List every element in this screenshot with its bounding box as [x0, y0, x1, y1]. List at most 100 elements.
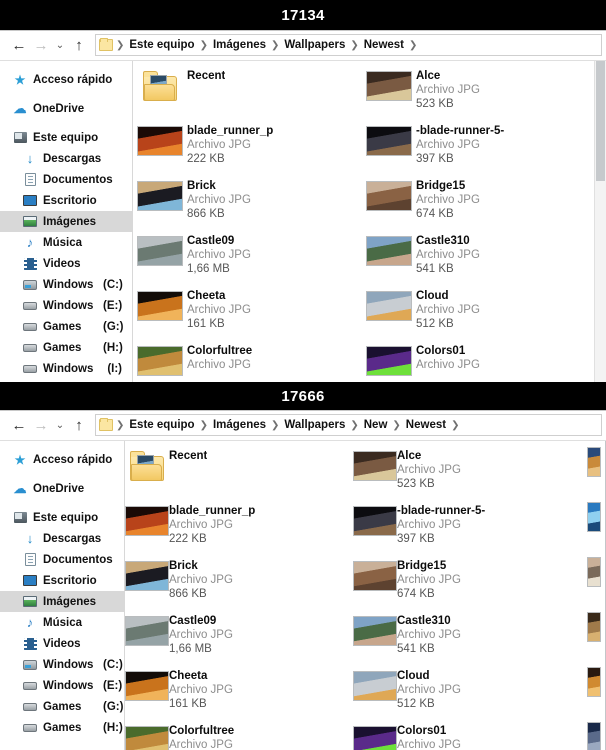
- breadcrumb-item[interactable]: Newest: [360, 39, 408, 51]
- sidebar-item-escritorio[interactable]: Escritorio: [0, 570, 124, 591]
- sidebar-item-games[interactable]: Games (H:): [0, 717, 124, 738]
- sidebar-item-descargas[interactable]: ↓ Descargas: [0, 528, 124, 549]
- file-item[interactable]: Brick Archivo JPG 866 KB: [133, 177, 362, 232]
- file-item[interactable]: Brick Archivo JPG 866 KB: [125, 557, 353, 612]
- sidebar-item-acceso-r-pido[interactable]: ★ Acceso rápido: [0, 449, 124, 470]
- scrollbar-thumb-1[interactable]: [596, 61, 605, 181]
- recent-locations-chevron-down-icon-1[interactable]: ⌄: [52, 34, 68, 56]
- breadcrumb-item[interactable]: Este equipo: [125, 419, 198, 431]
- file-item[interactable]: Recent: [125, 447, 353, 502]
- file-name: Castle310: [397, 615, 451, 627]
- address-bar-1[interactable]: ❯ Este equipo ❯ Imágenes ❯ Wallpapers ❯ …: [95, 34, 602, 56]
- breadcrumb-item[interactable]: Imágenes: [209, 39, 270, 51]
- sidebar-item-label: OneDrive: [33, 482, 85, 495]
- sidebar-item-windows[interactable]: Windows (E:): [0, 675, 124, 696]
- sidebar-item-windows[interactable]: Windows (C:): [0, 274, 132, 295]
- forward-button-1[interactable]: →: [30, 34, 52, 56]
- file-item[interactable]: Alce Archivo JPG 523 KB: [353, 447, 581, 502]
- file-name: Cheeta: [187, 290, 226, 302]
- sidebar-item-games[interactable]: Games (H:): [0, 337, 132, 358]
- sidebar-item-windows[interactable]: Windows (C:): [0, 654, 124, 675]
- file-item[interactable]: Colorfultree Archivo JPG: [125, 722, 353, 750]
- file-item[interactable]: Castle09 Archivo JPG 1,66 MB: [125, 612, 353, 667]
- address-bar-2[interactable]: ❯ Este equipo ❯ Imágenes ❯ Wallpapers ❯ …: [95, 414, 602, 436]
- up-button-1[interactable]: ↑: [68, 34, 90, 56]
- breadcrumb-item[interactable]: Newest: [402, 419, 450, 431]
- file-item[interactable]: Bridge15 Archivo JPG 674 KB: [353, 557, 581, 612]
- sidebar-item-games[interactable]: Games (G:): [0, 696, 124, 717]
- file-list-pane-1[interactable]: Recent Alce Archivo JPG 523 KB blade_runner_…: [133, 61, 606, 382]
- file-thumbnail: [137, 346, 183, 376]
- file-item[interactable]: -blade-runner-5- Archivo JPG 397 KB: [362, 122, 591, 177]
- sidebar-item-im-genes[interactable]: Imágenes: [0, 591, 124, 612]
- file-item[interactable]: Castle310 Archivo JPG 541 KB: [353, 612, 581, 667]
- sidebar-item-acceso-r-pido[interactable]: ★ Acceso rápido: [0, 69, 132, 90]
- sidebar-item-im-genes[interactable]: Imágenes: [0, 211, 132, 232]
- drive-icon: [22, 699, 38, 714]
- up-button-2[interactable]: ↑: [68, 414, 90, 436]
- file-meta: Brick Archivo JPG 866 KB: [169, 557, 233, 601]
- file-meta: Colorfultree Archivo JPG: [187, 342, 252, 372]
- file-name: Alce: [416, 70, 441, 82]
- file-item[interactable]: Colorfultree Archivo JPG: [133, 342, 362, 382]
- forward-button-2[interactable]: →: [30, 414, 52, 436]
- sidebar-item-videos[interactable]: Videos: [0, 253, 132, 274]
- navigation-pane-2[interactable]: ★ Acceso rápido ☁ OneDrive Este equipo ↓ Desca…: [0, 441, 125, 750]
- sidebar-item-videos[interactable]: Videos: [0, 633, 124, 654]
- breadcrumb-item[interactable]: Este equipo: [125, 39, 198, 51]
- sidebar-item-descargas[interactable]: ↓ Descargas: [0, 148, 132, 169]
- file-name: Recent: [187, 70, 226, 82]
- sidebar-item-m-sica[interactable]: ♪ Música: [0, 232, 132, 253]
- file-item[interactable]: Castle310 Archivo JPG 541 KB: [362, 232, 591, 287]
- file-thumbnail: [353, 561, 397, 591]
- file-thumbnail: [587, 447, 601, 477]
- breadcrumb-item[interactable]: Wallpapers: [280, 39, 349, 51]
- file-item[interactable]: -blade-runner-5- Archivo JPG 397 KB: [353, 502, 581, 557]
- vertical-scrollbar-1[interactable]: [594, 61, 606, 382]
- file-type: Archivo JPG: [187, 304, 251, 316]
- file-size: 222 KB: [169, 533, 207, 545]
- sidebar-item-onedrive[interactable]: ☁ OneDrive: [0, 478, 124, 499]
- sidebar-item-m-sica[interactable]: ♪ Música: [0, 612, 124, 633]
- sidebar-item-documentos[interactable]: Documentos: [0, 549, 124, 570]
- sidebar-item-onedrive[interactable]: ☁ OneDrive: [0, 98, 132, 119]
- breadcrumb-item[interactable]: Wallpapers: [280, 419, 349, 431]
- breadcrumb-separator: ❯: [350, 39, 359, 51]
- file-item[interactable]: blade_runner_p Archivo JPG 222 KB: [125, 502, 353, 557]
- thumbnail-container: [133, 67, 187, 101]
- navigation-pane-1[interactable]: ★ Acceso rápido ☁ OneDrive Este equipo ↓ Desca…: [0, 61, 133, 382]
- file-list-pane-2[interactable]: Recent Alce Archivo JPG 523 KB blade_runner_…: [125, 441, 606, 750]
- file-item[interactable]: Cheeta Archivo JPG 161 KB: [133, 287, 362, 342]
- sidebar-item-escritorio[interactable]: Escritorio: [0, 190, 132, 211]
- file-item[interactable]: Cloud Archivo JPG 512 KB: [362, 287, 591, 342]
- file-item[interactable]: Colors01 Archivo JPG: [353, 722, 581, 750]
- file-size: 397 KB: [416, 153, 454, 165]
- thumbnail-container: [353, 447, 397, 481]
- sidebar-item-este-equipo[interactable]: Este equipo: [0, 127, 132, 148]
- sidebar-item-este-equipo[interactable]: Este equipo: [0, 507, 124, 528]
- sidebar-item-windows[interactable]: Windows (I:): [0, 358, 132, 379]
- sidebar-item-label: Documentos: [43, 173, 113, 186]
- file-item[interactable]: Alce Archivo JPG 523 KB: [362, 67, 591, 122]
- file-item[interactable]: Castle09 Archivo JPG 1,66 MB: [133, 232, 362, 287]
- sidebar-item-games[interactable]: Games (G:): [0, 316, 132, 337]
- file-item[interactable]: Bridge15 Archivo JPG 674 KB: [362, 177, 591, 232]
- recent-locations-chevron-down-icon-2[interactable]: ⌄: [52, 414, 68, 436]
- breadcrumb-item[interactable]: Imágenes: [209, 419, 270, 431]
- file-name: Bridge15: [397, 560, 447, 572]
- file-item[interactable]: blade_runner_p Archivo JPG 222 KB: [133, 122, 362, 177]
- back-button-1[interactable]: ←: [8, 34, 30, 56]
- file-item[interactable]: Cheeta Archivo JPG 161 KB: [125, 667, 353, 722]
- file-type: Archivo JPG: [397, 574, 461, 586]
- file-item[interactable]: Colors01 Archivo JPG: [362, 342, 591, 382]
- file-item[interactable]: Cloud Archivo JPG 512 KB: [353, 667, 581, 722]
- sidebar-item-documentos[interactable]: Documentos: [0, 169, 132, 190]
- breadcrumb-item[interactable]: New: [360, 419, 392, 431]
- file-item[interactable]: Recent: [133, 67, 362, 122]
- sidebar-item-windows[interactable]: Windows (E:): [0, 295, 132, 316]
- file-name: Alce: [397, 450, 422, 462]
- back-button-2[interactable]: ←: [8, 414, 30, 436]
- desktop-icon: [22, 193, 38, 208]
- thumbnail-container: [125, 502, 169, 536]
- file-thumbnail: [137, 236, 183, 266]
